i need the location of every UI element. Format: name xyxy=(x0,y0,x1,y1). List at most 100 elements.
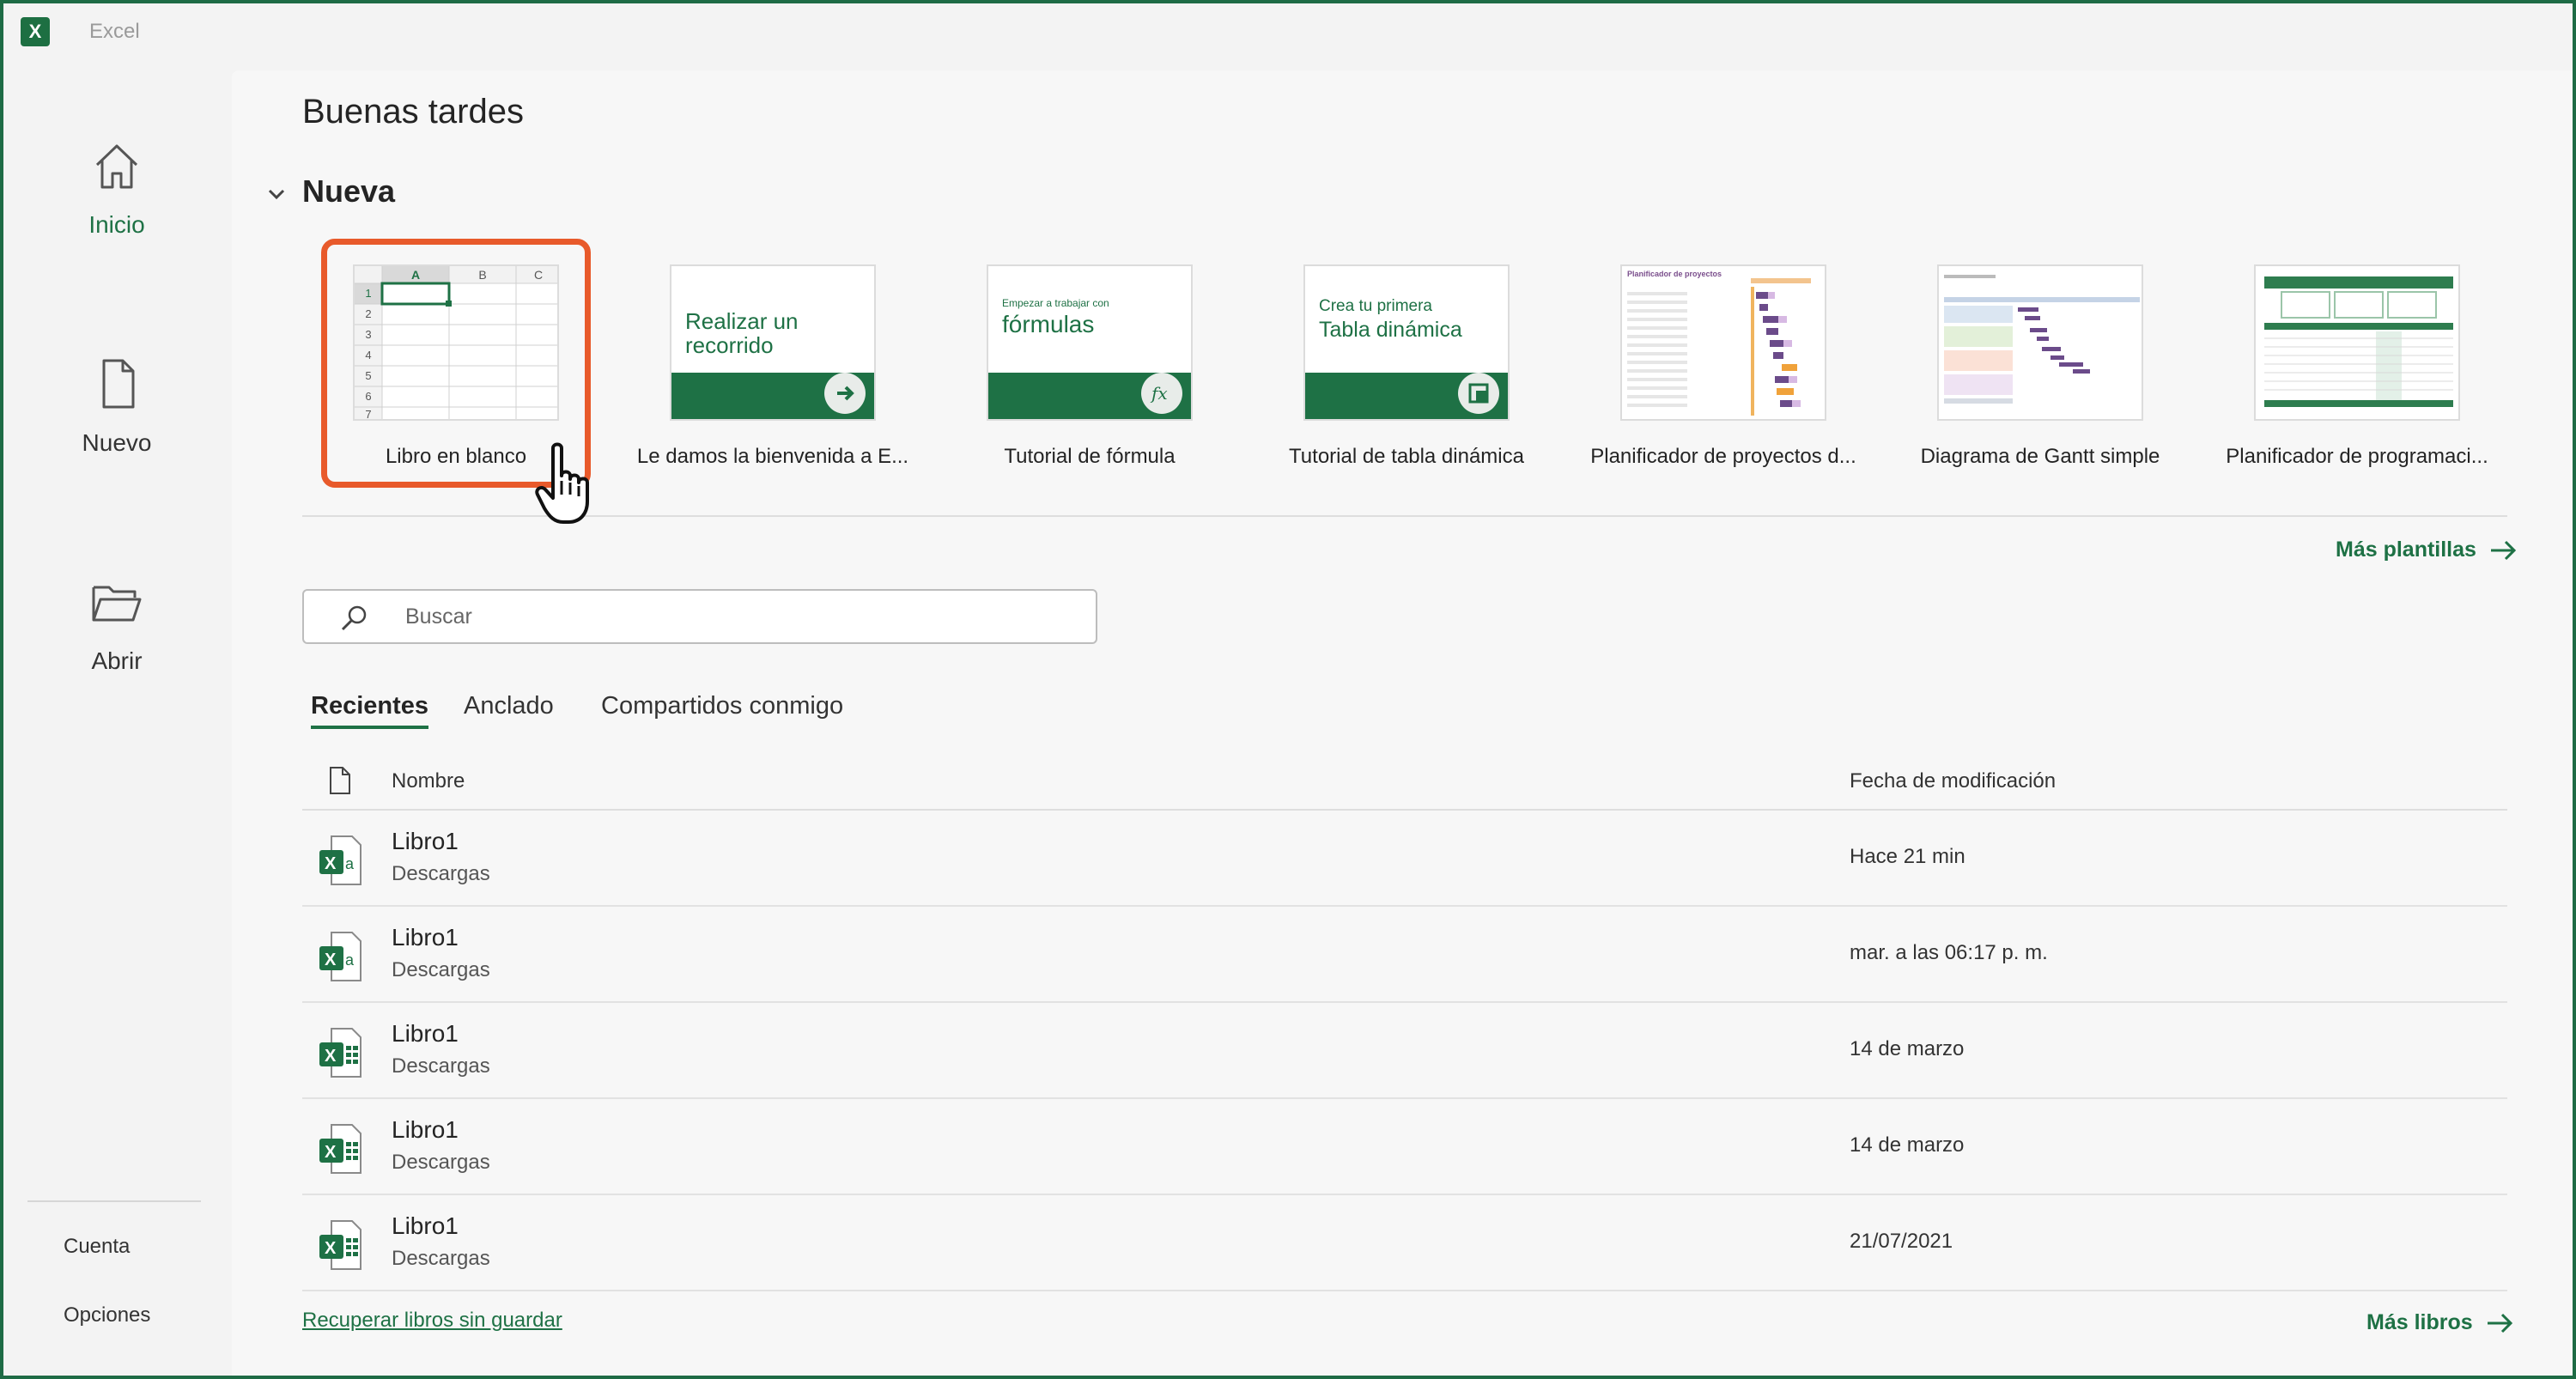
svg-text:X: X xyxy=(325,1047,337,1066)
recover-unsaved-link[interactable]: Recuperar libros sin guardar xyxy=(302,1309,562,1333)
svg-text:X: X xyxy=(325,1239,337,1258)
pivot-table-icon xyxy=(1458,373,1499,414)
template-thumbnail: Realizar un recorrido xyxy=(670,264,876,421)
file-location: Descargas xyxy=(392,1151,490,1174)
svg-text:fx: fx xyxy=(1150,383,1168,404)
template-thumbnail: Empezar a trabajar con fórmulas fx xyxy=(987,264,1193,421)
more-books-link[interactable]: Más libros xyxy=(2366,1310,2514,1335)
template-label: Tutorial de tabla dinámica xyxy=(1289,445,1524,468)
search-box[interactable] xyxy=(302,589,1097,644)
list-item[interactable]: X Libro1 Descargas 14 de marzo xyxy=(302,1005,2507,1099)
section-title-nueva: Nueva xyxy=(302,173,396,209)
thumb-text: Crea tu primera xyxy=(1319,297,1432,315)
gantt-preview-icon xyxy=(1944,275,2140,404)
schedule-planner-preview-icon xyxy=(2264,276,2453,407)
arrow-right-icon xyxy=(824,373,866,414)
search-icon xyxy=(341,605,367,631)
file-name: Libro1 xyxy=(392,1116,459,1143)
template-label: Diagrama de Gantt simple xyxy=(1920,445,2160,468)
file-location: Descargas xyxy=(392,1247,490,1270)
chevron-down-icon[interactable] xyxy=(261,179,292,210)
file-date: mar. a las 06:17 p. m. xyxy=(1850,941,2048,964)
file-name: Libro1 xyxy=(392,1020,459,1047)
file-date: 21/07/2021 xyxy=(1850,1230,1953,1253)
sidebar-item-label: Nuevo xyxy=(82,429,152,456)
thumb-text: Planificador de proyectos xyxy=(1627,270,1722,278)
excel-grid-file-icon: X xyxy=(319,1124,361,1174)
home-panel: Buenas tardes Nueva A B C 1 2 3 4 5 6 7 … xyxy=(232,70,2573,1376)
thumb-text: Tabla dinámica xyxy=(1319,318,1462,342)
arrow-right-icon xyxy=(2487,1313,2512,1333)
file-list-header: Nombre Fecha de modificación xyxy=(302,757,2507,811)
svg-text:a: a xyxy=(345,951,355,969)
account-link[interactable]: Cuenta xyxy=(64,1235,130,1259)
column-header-name[interactable]: Nombre xyxy=(392,769,465,793)
sidebar: Inicio Nuevo Abrir Cuenta Opciones xyxy=(3,60,230,1376)
svg-text:X: X xyxy=(325,854,337,873)
section-divider xyxy=(302,515,2507,517)
list-item[interactable]: X a Libro1 Descargas mar. a las 06:17 p.… xyxy=(302,908,2507,1003)
template-label: Tutorial de fórmula xyxy=(1004,445,1176,468)
options-link[interactable]: Opciones xyxy=(64,1303,150,1327)
open-folder-icon xyxy=(92,586,142,622)
project-planner-preview-icon xyxy=(1627,278,1811,416)
arrow-right-icon xyxy=(2490,540,2517,560)
template-label: Le damos la bienvenida a E... xyxy=(636,445,909,468)
thumb-text: Realizar un xyxy=(685,308,799,334)
list-item[interactable]: X Libro1 Descargas 14 de marzo xyxy=(302,1101,2507,1195)
sidebar-item-label: Abrir xyxy=(91,647,143,674)
file-location: Descargas xyxy=(392,862,490,885)
hand-pointer-cursor-icon xyxy=(535,442,589,524)
template-pivot-tutorial[interactable]: Crea tu primera Tabla dinámica Tutorial … xyxy=(1261,264,1552,479)
page-title: Buenas tardes xyxy=(302,93,524,131)
template-welcome-tour[interactable]: Realizar un recorrido Le damos la bienve… xyxy=(627,264,919,479)
svg-text:X: X xyxy=(325,1143,337,1162)
thumb-text: fórmulas xyxy=(1002,311,1095,337)
list-item[interactable]: X a Libro1 Descargas Hace 21 min xyxy=(302,812,2507,907)
list-item[interactable]: X Libro1 Descargas 21/07/2021 xyxy=(302,1197,2507,1291)
svg-text:a: a xyxy=(345,855,355,872)
file-date: 14 de marzo xyxy=(1850,1133,1965,1157)
tab-recientes[interactable]: Recientes xyxy=(311,692,429,729)
template-gantt-simple[interactable]: Diagrama de Gantt simple xyxy=(1894,264,2186,479)
tab-anclado[interactable]: Anclado xyxy=(464,692,554,729)
home-icon xyxy=(95,144,138,189)
file-name: Libro1 xyxy=(392,924,459,951)
template-thumbnail xyxy=(1937,264,2143,421)
file-icon xyxy=(330,767,350,794)
template-thumbnail: Planificador de proyectos xyxy=(1620,264,1826,421)
function-fx-icon: fx xyxy=(1141,373,1182,414)
more-templates-link[interactable]: Más plantillas xyxy=(2336,538,2518,562)
file-date: 14 de marzo xyxy=(1850,1037,1965,1060)
template-schedule-planner[interactable]: Planificador de programaci... xyxy=(2211,264,2503,479)
sidebar-item-nuevo[interactable]: Nuevo xyxy=(3,347,230,484)
search-input[interactable] xyxy=(405,591,1075,642)
file-name: Libro1 xyxy=(392,1212,459,1239)
template-label: Planificador de programaci... xyxy=(2226,445,2488,468)
thumb-text: recorrido xyxy=(685,332,774,358)
excel-text-file-icon: X a xyxy=(319,835,361,885)
template-thumbnail: Crea tu primera Tabla dinámica xyxy=(1303,264,1510,421)
excel-window: X Excel Inicio Nuevo Abrir Cuenta Opcion… xyxy=(3,3,2573,1376)
template-label: Planificador de proyectos d... xyxy=(1590,445,1856,468)
excel-grid-file-icon: X xyxy=(319,1028,361,1078)
sidebar-item-abrir[interactable]: Abrir xyxy=(3,565,230,702)
title-bar: X Excel xyxy=(3,3,2573,60)
file-name: Libro1 xyxy=(392,828,459,854)
template-thumbnail xyxy=(2254,264,2460,421)
app-title: Excel xyxy=(89,20,140,43)
excel-logo-icon: X xyxy=(21,17,50,46)
column-header-date[interactable]: Fecha de modificación xyxy=(1850,769,2056,793)
template-project-planner[interactable]: Planificador de proyectos Planificador d… xyxy=(1577,264,1869,479)
tab-compartidos[interactable]: Compartidos conmigo xyxy=(601,692,843,729)
file-date: Hace 21 min xyxy=(1850,845,1965,868)
template-formula-tutorial[interactable]: Empezar a trabajar con fórmulas fx Tutor… xyxy=(944,264,1236,479)
new-file-icon xyxy=(102,359,135,409)
sidebar-divider xyxy=(27,1200,201,1202)
file-location: Descargas xyxy=(392,1054,490,1078)
thumb-text: Empezar a trabajar con xyxy=(1002,297,1109,309)
excel-grid-file-icon: X xyxy=(319,1220,361,1270)
sidebar-item-inicio[interactable]: Inicio xyxy=(3,129,230,266)
excel-text-file-icon: X a xyxy=(319,932,361,981)
file-location: Descargas xyxy=(392,958,490,981)
